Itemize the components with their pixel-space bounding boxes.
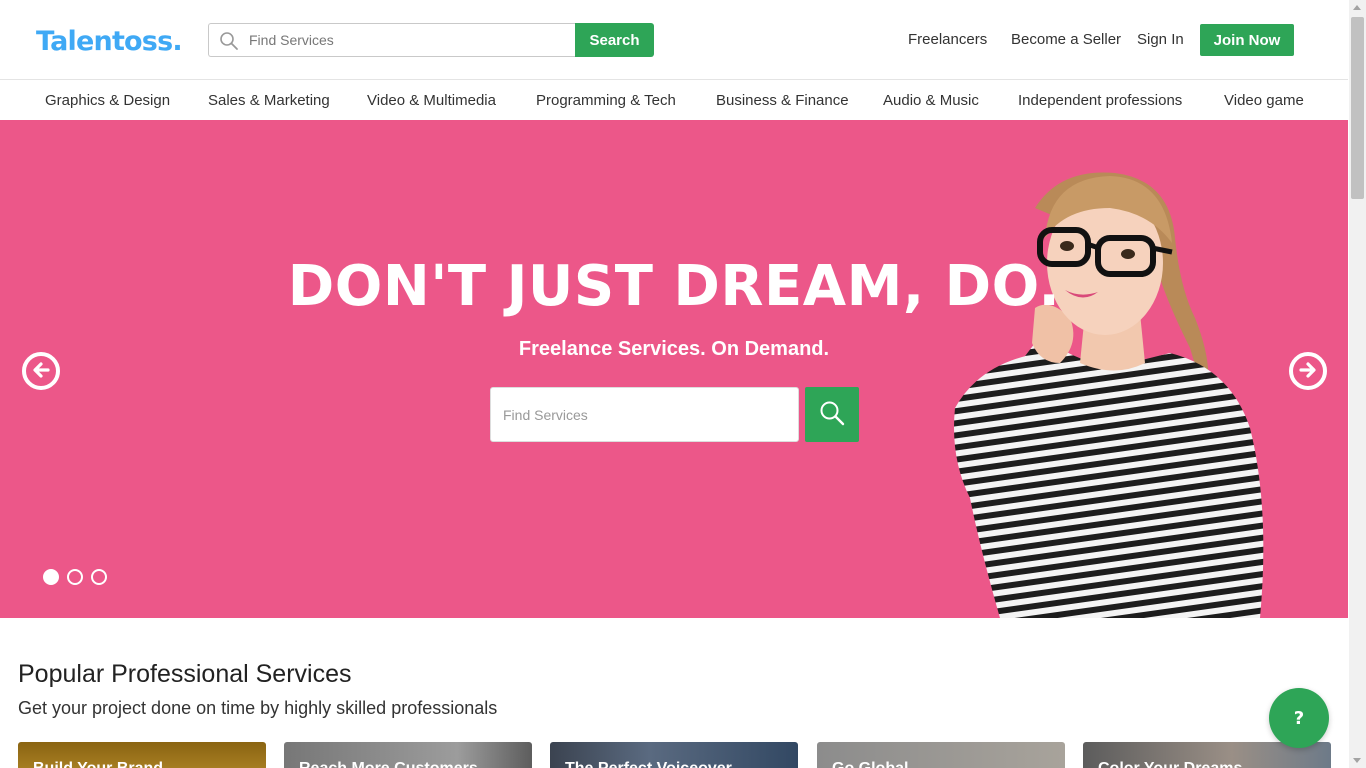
search-button[interactable]: Search <box>575 23 654 57</box>
site-header: Talentoss. Search Freelancers Become a S… <box>0 0 1348 80</box>
carousel-dot-3[interactable] <box>91 569 107 585</box>
arrow-left-icon <box>30 359 52 384</box>
brand-logo[interactable]: Talentoss. <box>36 26 183 57</box>
service-card-reach-customers[interactable]: Reach More Customers <box>284 742 532 768</box>
help-button[interactable]: ? <box>1269 688 1329 748</box>
hero-subline: Freelance Services. On Demand. <box>518 338 830 360</box>
service-card-build-brand[interactable]: Build Your Brand <box>18 742 266 768</box>
hero-woman-image <box>954 172 1264 618</box>
nav-become-seller-link[interactable]: Become a Seller <box>1011 31 1121 48</box>
service-card-label: Build Your Brand <box>33 760 163 768</box>
header-search-field[interactable] <box>208 23 576 57</box>
carousel-dot-1[interactable] <box>43 569 59 585</box>
header-search-input[interactable] <box>249 24 569 56</box>
hero-headline: DON'T JUST DREAM, DO. <box>287 254 1061 319</box>
category-video-game[interactable]: Video game <box>1224 92 1304 109</box>
category-programming-tech[interactable]: Programming & Tech <box>536 92 676 109</box>
hero-search-button[interactable] <box>805 387 859 442</box>
category-audio-music[interactable]: Audio & Music <box>883 92 979 109</box>
category-video-multimedia[interactable]: Video & Multimedia <box>367 92 496 109</box>
nav-freelancers-link[interactable]: Freelancers <box>908 31 987 48</box>
service-card-voiceover[interactable]: The Perfect Voiceover <box>550 742 798 768</box>
scrollbar-thumb[interactable] <box>1351 17 1364 199</box>
service-card-label: Color Your Dreams <box>1098 760 1242 768</box>
hero-search-input[interactable] <box>491 388 798 441</box>
service-card-label: Go Global <box>832 760 908 768</box>
search-icon <box>819 400 845 429</box>
hero-banner: DON'T JUST DREAM, DO. Freelance Services… <box>0 120 1348 618</box>
service-card-label: The Perfect Voiceover <box>565 760 732 768</box>
popular-section-title: Popular Professional Services <box>18 660 352 688</box>
category-independent-professions[interactable]: Independent professions <box>1018 92 1182 109</box>
page-scrollbar[interactable] <box>1349 0 1366 768</box>
carousel-next-button[interactable] <box>1289 352 1327 390</box>
category-sales-marketing[interactable]: Sales & Marketing <box>208 92 330 109</box>
search-icon <box>219 31 239 56</box>
carousel-indicators <box>43 569 107 585</box>
category-graphics-design[interactable]: Graphics & Design <box>45 92 170 109</box>
join-now-button[interactable]: Join Now <box>1200 24 1294 56</box>
scroll-down-arrow-icon[interactable] <box>1353 758 1361 763</box>
carousel-dot-2[interactable] <box>67 569 83 585</box>
nav-sign-in-link[interactable]: Sign In <box>1137 31 1184 48</box>
category-business-finance[interactable]: Business & Finance <box>716 92 849 109</box>
service-card-go-global[interactable]: Go Global <box>817 742 1065 768</box>
category-nav: Graphics & Design Sales & Marketing Vide… <box>0 81 1348 120</box>
service-card-label: Reach More Customers <box>299 760 478 768</box>
popular-section-subtitle: Get your project done on time by highly … <box>18 698 498 718</box>
hero-search-field[interactable] <box>490 387 799 442</box>
scroll-up-arrow-icon[interactable] <box>1353 5 1361 10</box>
arrow-right-icon <box>1297 359 1319 384</box>
carousel-prev-button[interactable] <box>22 352 60 390</box>
